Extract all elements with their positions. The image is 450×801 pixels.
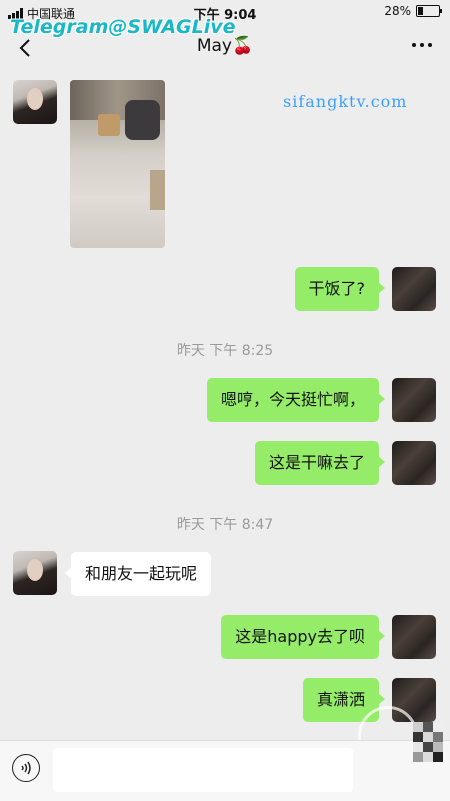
avatar[interactable] xyxy=(392,267,436,311)
chat-header: May🍒 xyxy=(0,26,450,72)
input-bar xyxy=(0,740,450,801)
image-message[interactable] xyxy=(70,80,165,248)
battery-fill xyxy=(418,7,424,15)
site-watermark: sifangktv.com xyxy=(283,92,408,111)
avatar[interactable] xyxy=(392,378,436,422)
message-timestamp: 昨天 下午 8:47 xyxy=(176,517,274,533)
message-input[interactable] xyxy=(53,748,353,792)
avatar[interactable] xyxy=(13,80,57,124)
message-bubble-me[interactable]: 这是happy去了呗 xyxy=(221,615,385,659)
status-right: 28% xyxy=(384,4,442,18)
avatar[interactable] xyxy=(392,615,436,659)
voice-icon[interactable] xyxy=(12,754,40,782)
more-dots-icon[interactable] xyxy=(412,43,432,47)
message-bubble-me[interactable]: 嗯哼，今天挺忙啊， xyxy=(206,378,386,422)
message-bubble-me[interactable]: 干饭了? xyxy=(294,267,385,311)
message-timestamp: 昨天 下午 8:25 xyxy=(176,343,274,359)
message-bubble-her[interactable]: 和朋友一起玩呢 xyxy=(64,552,212,596)
message-bubble-me[interactable]: 这是干嘛去了 xyxy=(254,441,386,485)
avatar[interactable] xyxy=(392,441,436,485)
battery-label: 28% xyxy=(384,4,411,18)
avatar[interactable] xyxy=(13,551,57,595)
mosaic-watermark xyxy=(413,722,443,762)
battery-icon xyxy=(416,5,442,17)
chat-title: May🍒 xyxy=(196,36,254,56)
